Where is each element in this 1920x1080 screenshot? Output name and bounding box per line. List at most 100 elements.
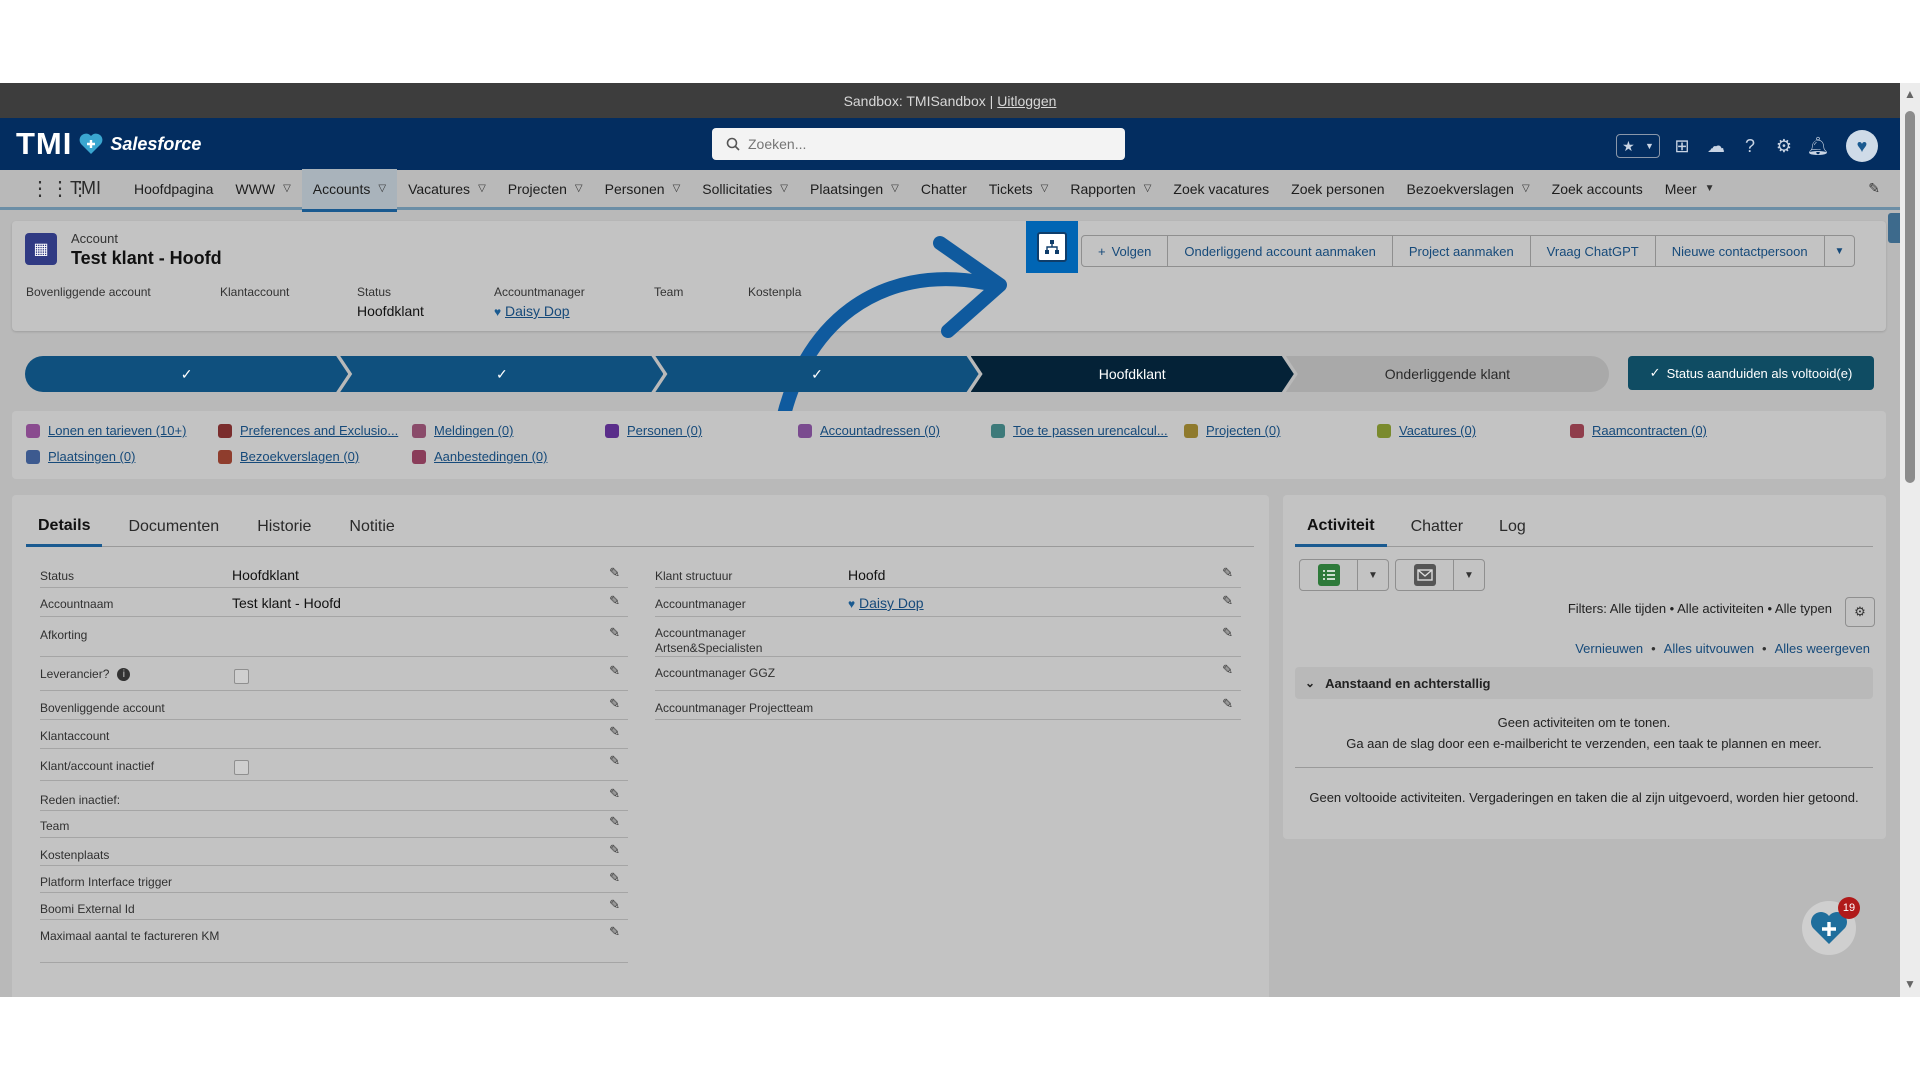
- nav-item-zoek-accounts[interactable]: Zoek accounts: [1541, 169, 1654, 209]
- chevron-down-icon[interactable]: ▽: [575, 183, 583, 194]
- related-link[interactable]: Plaatsingen (0): [26, 449, 135, 464]
- path-step-next[interactable]: Onderliggende klant: [1285, 356, 1610, 392]
- bell-icon[interactable]: 🔔︎: [1806, 134, 1830, 158]
- mark-status-complete-button[interactable]: ✓ Status aanduiden als voltooid(e): [1628, 356, 1874, 390]
- related-link[interactable]: Vacatures (0): [1377, 423, 1476, 438]
- nav-item-meer[interactable]: Meer ▼: [1654, 169, 1726, 209]
- tab-notitie[interactable]: Notitie: [337, 507, 406, 547]
- pencil-icon[interactable]: ✎: [609, 924, 620, 940]
- pencil-icon[interactable]: ✎: [1222, 593, 1233, 609]
- chevron-down-icon[interactable]: ▽: [478, 183, 486, 194]
- pencil-icon[interactable]: ✎: [609, 625, 620, 641]
- nav-item-rapporten[interactable]: Rapporten ▽: [1059, 169, 1162, 209]
- accountmanager-link[interactable]: Daisy Dop: [859, 595, 924, 611]
- utility-panel-handle[interactable]: [1888, 213, 1900, 243]
- path-step-completed[interactable]: ✓: [25, 356, 348, 392]
- new-email-button[interactable]: ▼: [1395, 559, 1485, 591]
- pencil-icon[interactable]: ✎: [1222, 565, 1233, 581]
- chevron-down-icon[interactable]: ▽: [378, 183, 386, 194]
- search-input[interactable]: [748, 136, 1108, 152]
- scrollbar-thumb[interactable]: [1905, 111, 1915, 483]
- path-step-current[interactable]: Hoofdklant: [971, 356, 1294, 392]
- inactief-checkbox[interactable]: [234, 760, 249, 775]
- related-link[interactable]: Projecten (0): [1184, 423, 1280, 438]
- tab-historie[interactable]: Historie: [245, 507, 323, 547]
- pencil-icon[interactable]: ✎: [609, 724, 620, 740]
- related-link[interactable]: Aanbestedingen (0): [412, 449, 547, 464]
- accountmanager-link[interactable]: Daisy Dop: [505, 303, 570, 319]
- pencil-icon[interactable]: ✎: [609, 663, 620, 679]
- chevron-down-icon[interactable]: ▽: [1041, 183, 1049, 194]
- nav-item-vacatures[interactable]: Vacatures ▽: [397, 169, 497, 209]
- logout-link[interactable]: Uitloggen: [997, 93, 1056, 109]
- help-icon[interactable]: ?: [1738, 134, 1762, 158]
- pencil-icon[interactable]: ✎: [609, 753, 620, 769]
- chevron-down-icon[interactable]: ▽: [283, 183, 291, 194]
- info-icon[interactable]: i: [117, 668, 131, 682]
- tab-documenten[interactable]: Documenten: [116, 507, 231, 547]
- refresh-link[interactable]: Vernieuwen: [1575, 641, 1643, 656]
- highlighted-hierarchy-button[interactable]: [1026, 221, 1078, 273]
- app-logo[interactable]: TMI Salesforce: [16, 126, 201, 162]
- new-contact-button[interactable]: Nieuwe contactpersoon: [1654, 235, 1825, 267]
- chevron-down-icon[interactable]: ▽: [891, 183, 899, 194]
- related-link[interactable]: Bezoekverslagen (0): [218, 449, 359, 464]
- chevron-down-icon[interactable]: ▽: [1522, 183, 1530, 194]
- related-link[interactable]: Preferences and Exclusio...: [218, 423, 398, 438]
- pencil-icon[interactable]: ✎: [1222, 625, 1233, 641]
- nav-item-www[interactable]: WWW ▽: [224, 169, 301, 209]
- pencil-icon[interactable]: ✎: [609, 814, 620, 830]
- related-link[interactable]: Raamcontracten (0): [1570, 423, 1707, 438]
- nav-item-accounts[interactable]: Accounts ▽: [301, 168, 398, 212]
- task-icon[interactable]: [1300, 560, 1358, 590]
- pencil-icon[interactable]: ✎: [609, 593, 620, 609]
- tab-chatter[interactable]: Chatter: [1399, 507, 1475, 547]
- chevron-down-icon[interactable]: ▼: [1454, 560, 1484, 590]
- expand-all-link[interactable]: Alles uitvouwen: [1664, 641, 1754, 656]
- chevron-down-icon[interactable]: ▽: [673, 183, 681, 194]
- pencil-icon[interactable]: ✎: [609, 870, 620, 886]
- avatar[interactable]: ♥: [1846, 130, 1878, 162]
- nav-item-bezoekverslagen[interactable]: Bezoekverslagen ▽: [1396, 169, 1541, 209]
- related-link[interactable]: Accountadressen (0): [798, 423, 940, 438]
- path-step-completed[interactable]: ✓: [655, 356, 978, 392]
- follow-button[interactable]: + Volgen: [1081, 235, 1169, 267]
- pencil-icon[interactable]: ✎: [609, 696, 620, 712]
- chevron-down-icon[interactable]: ▽: [780, 183, 788, 194]
- more-actions-button[interactable]: ▼: [1823, 235, 1856, 267]
- path-step-completed[interactable]: ✓: [340, 356, 663, 392]
- gear-icon[interactable]: ⚙: [1772, 134, 1796, 158]
- nav-item-zoek-vacatures[interactable]: Zoek vacatures: [1162, 169, 1280, 209]
- pencil-icon[interactable]: ✎: [1222, 696, 1233, 712]
- nav-item-projecten[interactable]: Projecten ▽: [497, 169, 594, 209]
- filter-gear-icon[interactable]: ⚙: [1845, 597, 1875, 627]
- related-link[interactable]: Lonen en tarieven (10+): [26, 423, 186, 438]
- scroll-down-icon[interactable]: ▼: [1904, 977, 1916, 991]
- new-task-button[interactable]: ▼: [1299, 559, 1389, 591]
- scroll-up-icon[interactable]: ▲: [1904, 87, 1916, 101]
- tab-details[interactable]: Details: [26, 507, 103, 547]
- create-project-button[interactable]: Project aanmaken: [1391, 235, 1531, 267]
- related-link[interactable]: Meldingen (0): [412, 423, 514, 438]
- tab-log[interactable]: Log: [1487, 507, 1538, 547]
- pencil-icon[interactable]: ✎: [609, 842, 620, 858]
- pencil-icon[interactable]: ✎: [609, 565, 620, 581]
- tab-activiteit[interactable]: Activiteit: [1295, 507, 1387, 547]
- add-icon[interactable]: ⊞: [1670, 134, 1694, 158]
- related-link[interactable]: Personen (0): [605, 423, 702, 438]
- edit-nav-icon[interactable]: ✎: [1868, 180, 1880, 197]
- page-scrollbar[interactable]: ▲ ▼: [1900, 83, 1920, 997]
- nav-item-personen[interactable]: Personen ▽: [594, 169, 692, 209]
- pencil-icon[interactable]: ✎: [609, 786, 620, 802]
- leverancier-checkbox[interactable]: [234, 669, 249, 684]
- view-all-link[interactable]: Alles weergeven: [1775, 641, 1870, 656]
- ask-chatgpt-button[interactable]: Vraag ChatGPT: [1529, 235, 1656, 267]
- upcoming-overdue-section[interactable]: ⌄ Aanstaand en achterstallig: [1295, 667, 1873, 699]
- related-link[interactable]: Toe te passen urencalcul...: [991, 423, 1168, 438]
- favorites-button[interactable]: ★ ▼: [1616, 134, 1660, 158]
- nav-item-hoofdpagina[interactable]: Hoofdpagina: [123, 169, 224, 209]
- child-account-button[interactable]: Onderliggend account aanmaken: [1167, 235, 1393, 267]
- email-icon[interactable]: [1396, 560, 1454, 590]
- chevron-down-icon[interactable]: ▼: [1358, 560, 1388, 590]
- pencil-icon[interactable]: ✎: [609, 897, 620, 913]
